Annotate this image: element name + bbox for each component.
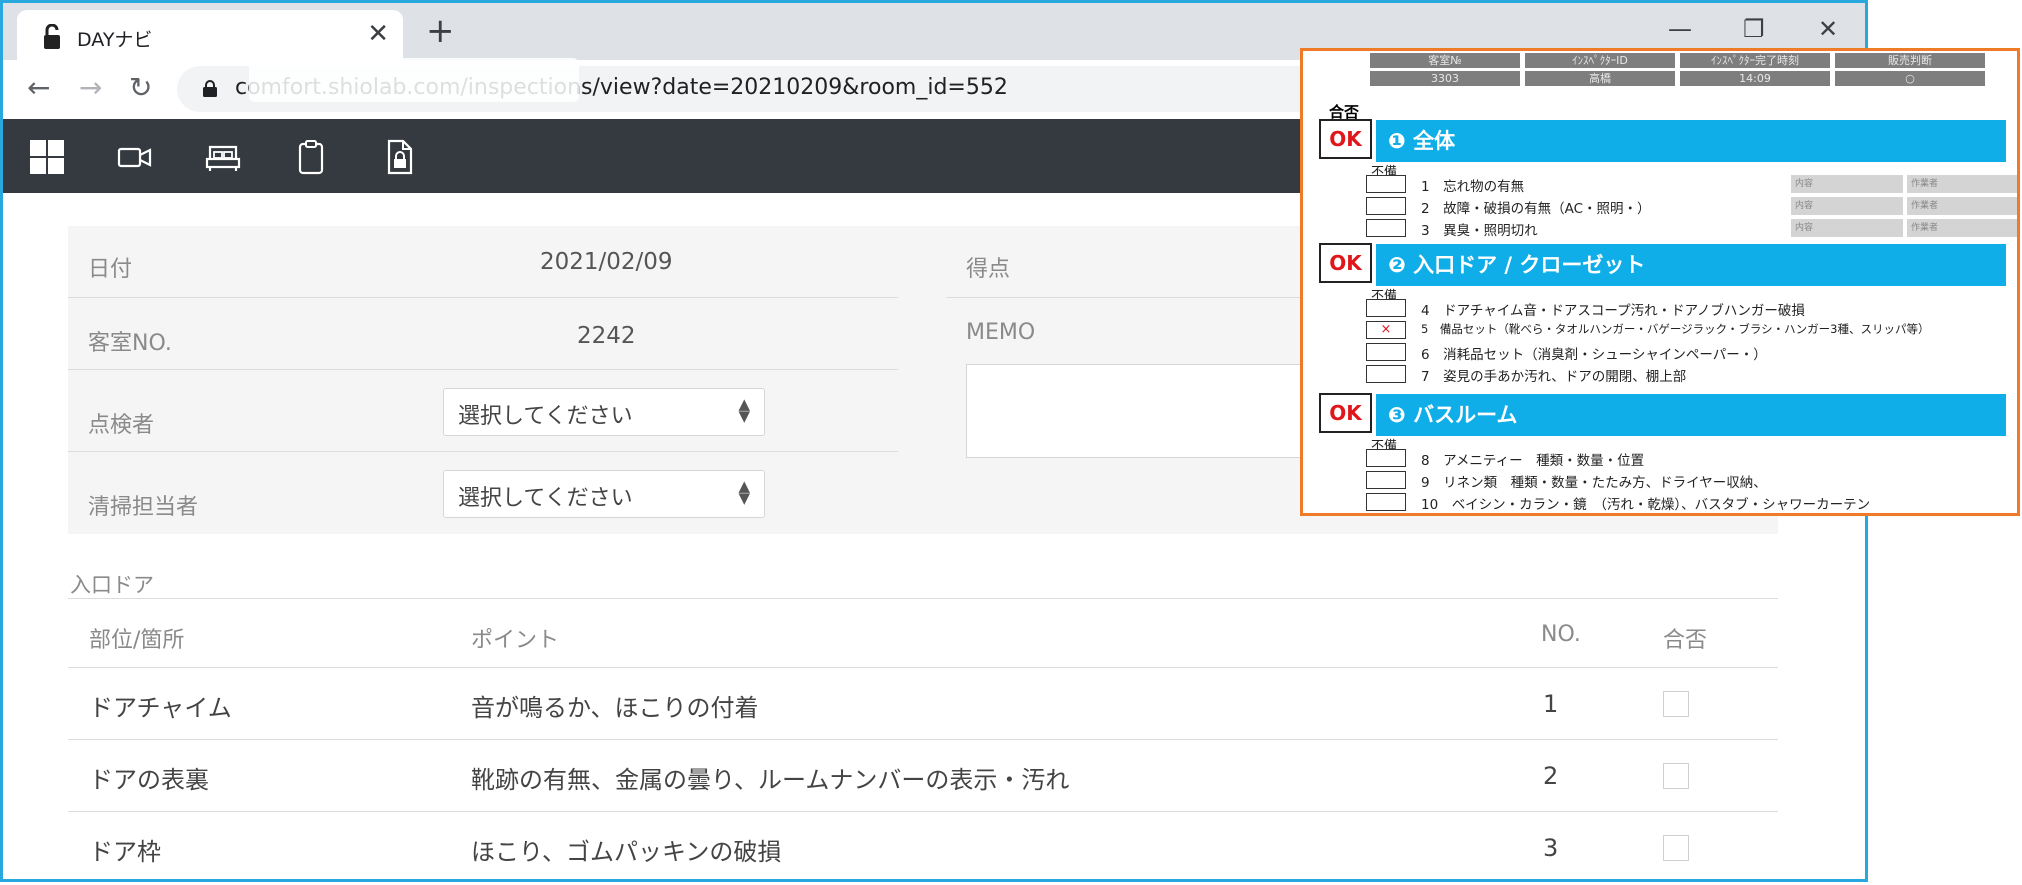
doc-worker-cell: 作業者 <box>1907 175 2017 193</box>
doc-section-bar: ❶ 全体 <box>1376 120 2006 162</box>
browser-tab[interactable]: DAYナビ ✕ <box>17 10 403 60</box>
doc-section-bar: ❷ 入口ドア / クローゼット <box>1376 244 2006 286</box>
checklist-document-panel: 客室№ ｲﾝｽﾍﾟｸﾀｰID ｲﾝｽﾍﾟｸﾀｰ完了時刻 販売判断 3303 高橋… <box>1300 48 2020 516</box>
minimize-icon[interactable]: — <box>1668 11 1692 47</box>
doc-item: 5 備品セット（靴べら・タオルハンガー・バゲージラック・ブラシ・ハンガー3種、ス… <box>1421 322 1930 336</box>
locked-document-icon[interactable] <box>381 139 417 175</box>
tab-close-icon[interactable]: ✕ <box>367 19 389 49</box>
doc-worker-cell: 作業者 <box>1907 197 2017 215</box>
row-no: 3 <box>1543 834 1559 862</box>
restore-icon[interactable]: ❐ <box>1743 11 1765 47</box>
reload-icon[interactable]: ↻ <box>129 70 152 106</box>
row-divider <box>68 739 1778 740</box>
row-part: ドアチャイム <box>89 694 232 722</box>
column-result: 合否 <box>1663 628 1708 653</box>
doc-header-value: 14:09 <box>1680 71 1830 86</box>
doc-content-cell: 内容 <box>1791 219 1903 237</box>
row-no: 1 <box>1543 690 1559 718</box>
doc-checkbox <box>1366 175 1406 193</box>
section-divider <box>68 598 1778 599</box>
doc-item: 6 消耗品セット（消臭剤・シューシャインペーパー・） <box>1421 347 1767 363</box>
select-arrows-icon: ▲ ▼ <box>738 477 750 507</box>
doc-content-cell: 内容 <box>1791 197 1903 215</box>
cleaner-row: 清掃担当者 選択してください ▲ ▼ <box>68 452 898 534</box>
column-point: ポイント <box>471 628 560 653</box>
row-part: ドアの表裏 <box>89 766 209 794</box>
doc-item: 2 故障・破損の有無（AC・照明・） <box>1421 201 1651 217</box>
doc-item: 3 異臭・照明切れ <box>1421 223 1538 239</box>
doc-header-cell: 販売判断 <box>1835 53 1985 68</box>
url-overlay <box>249 58 579 102</box>
doc-checkbox <box>1366 449 1406 467</box>
cleaner-label: 清掃担当者 <box>88 495 199 520</box>
ok-stamp: OK <box>1319 393 1372 433</box>
date-value: 2021/02/09 <box>540 249 673 275</box>
window-close-icon[interactable]: ✕ <box>1818 11 1838 47</box>
doc-item: 4 ドアチャイム音・ドアスコープ汚れ・ドアノブハンガー破損 <box>1421 303 1805 319</box>
doc-item: 7 姿見の手あか汚れ、ドアの開閉、棚上部 <box>1421 369 1687 385</box>
row-point: 音が鳴るか、ほこりの付着 <box>471 694 759 722</box>
row-divider <box>68 811 1778 812</box>
ok-stamp: OK <box>1319 119 1372 159</box>
section-title: 入口ドア <box>70 573 154 597</box>
doc-checkbox <box>1366 219 1406 237</box>
doc-header-value: 3303 <box>1370 71 1520 86</box>
doc-item: 9 リネン類 種類・数量・たたみ方、ドライヤー収納、 <box>1421 475 1767 491</box>
score-label: 得点 <box>966 257 1011 282</box>
column-no: NO. <box>1541 622 1581 647</box>
doc-header-cell: ｲﾝｽﾍﾟｸﾀｰ完了時刻 <box>1680 53 1830 68</box>
room-row: 客室NO. 2242 <box>68 298 898 370</box>
doc-checkbox <box>1366 493 1406 511</box>
bed-icon[interactable] <box>205 139 241 175</box>
forward-icon[interactable]: → <box>79 70 102 106</box>
select-arrows-icon: ▲ ▼ <box>738 395 750 425</box>
doc-header-cell: 客室№ <box>1370 53 1520 68</box>
back-icon[interactable]: ← <box>27 70 50 106</box>
favicon-lock-icon <box>44 24 60 49</box>
column-part: 部位/箇所 <box>89 628 185 653</box>
clipboard-icon[interactable] <box>293 139 329 175</box>
result-checkbox[interactable] <box>1663 763 1689 789</box>
cleaner-select[interactable]: 選択してください ▲ ▼ <box>443 470 765 518</box>
room-value: 2242 <box>577 323 636 349</box>
memo-label: MEMO <box>966 320 1036 345</box>
inspector-select[interactable]: 選択してください ▲ ▼ <box>443 388 765 436</box>
result-checkbox[interactable] <box>1663 691 1689 717</box>
tab-title: DAYナビ <box>77 29 153 51</box>
new-tab-button[interactable]: + <box>426 13 455 49</box>
row-point: 靴跡の有無、金属の曇り、ルームナンバーの表示・汚れ <box>471 766 1070 794</box>
inspector-label: 点検者 <box>88 413 155 438</box>
doc-worker-cell: 作業者 <box>1907 219 2017 237</box>
doc-content-cell: 内容 <box>1791 175 1903 193</box>
screen: DAYナビ ✕ + — ❐ ✕ ← → ↻ comfort.shiolab.co… <box>0 0 2022 885</box>
doc-checkbox <box>1366 365 1406 383</box>
ok-stamp: OK <box>1319 243 1372 283</box>
doc-header-value: ○ <box>1835 71 1985 86</box>
doc-header-cell: ｲﾝｽﾍﾟｸﾀｰID <box>1525 53 1675 68</box>
table-header-divider <box>68 667 1778 668</box>
video-camera-icon[interactable] <box>117 139 153 175</box>
cleaner-select-value: 選択してください <box>458 486 633 511</box>
row-part: ドア枠 <box>89 838 161 866</box>
doc-checkbox <box>1366 299 1406 317</box>
date-row: 日付 2021/02/09 <box>68 226 898 298</box>
inspector-row: 点検者 選択してください ▲ ▼ <box>68 370 898 452</box>
doc-checkbox <box>1366 197 1406 215</box>
row-point: ほこり、ゴムパッキンの破損 <box>471 838 782 866</box>
row-no: 2 <box>1543 762 1559 790</box>
doc-checkbox-marked: × <box>1366 321 1406 339</box>
lock-icon <box>203 80 217 97</box>
doc-checkbox <box>1366 343 1406 361</box>
doc-checkbox <box>1366 471 1406 489</box>
inspector-select-value: 選択してください <box>458 404 633 429</box>
room-label: 客室NO. <box>88 331 172 356</box>
date-label: 日付 <box>88 257 133 282</box>
doc-section-bar: ❸ バスルーム <box>1376 394 2006 436</box>
doc-item: 8 アメニティー 種類・数量・位置 <box>1421 453 1645 469</box>
result-checkbox[interactable] <box>1663 835 1689 861</box>
dashboard-icon[interactable] <box>29 139 65 175</box>
doc-item: 1 忘れ物の有無 <box>1421 179 1525 195</box>
doc-header-value: 高橋 <box>1525 71 1675 86</box>
doc-item: 10 ベイシン・カラン・鏡 （汚れ・乾燥）、バスタブ・シャワーカーテン <box>1421 497 1871 513</box>
